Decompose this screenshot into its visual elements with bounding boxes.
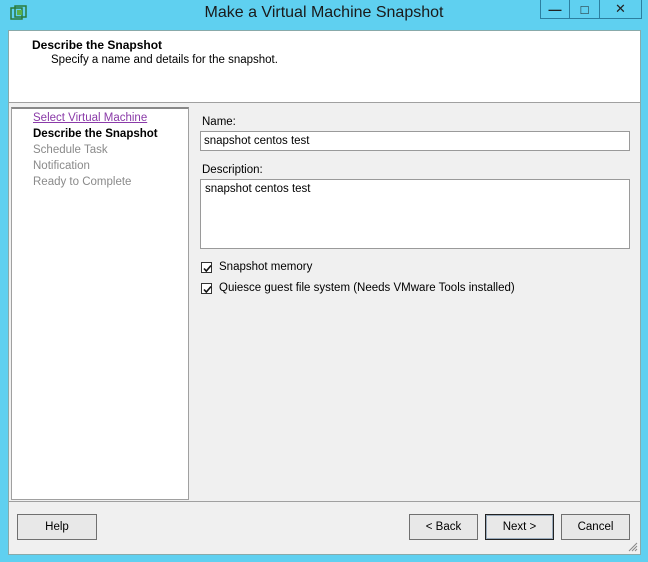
step-describe-snapshot: Describe the Snapshot [33, 128, 158, 140]
page-subtitle: Specify a name and details for the snaps… [51, 54, 278, 66]
close-button[interactable]: ✕ [600, 0, 642, 19]
resize-grip-icon[interactable] [626, 540, 638, 552]
maximize-button[interactable]: □ [570, 0, 600, 19]
dialog-client-area: Describe the Snapshot Specify a name and… [8, 30, 641, 555]
minimize-button[interactable]: — [540, 0, 570, 19]
maximize-icon: □ [580, 1, 589, 17]
step-select-virtual-machine[interactable]: Select Virtual Machine [33, 112, 147, 124]
description-field[interactable]: snapshot centos test [200, 179, 630, 249]
minimize-icon: — [548, 1, 562, 17]
window-controls: — □ ✕ [540, 0, 642, 20]
dialog-window: Make a Virtual Machine Snapshot — □ ✕ De… [0, 0, 648, 562]
footer-divider [9, 501, 640, 502]
back-button[interactable]: < Back [409, 514, 478, 540]
help-button[interactable]: Help [17, 514, 97, 540]
quiesce-checkbox[interactable] [201, 282, 212, 294]
step-ready-to-complete: Ready to Complete [33, 176, 132, 188]
close-icon: ✕ [615, 1, 626, 16]
snapshot-memory-label: Snapshot memory [219, 261, 313, 273]
title-bar[interactable]: Make a Virtual Machine Snapshot — □ ✕ [0, 0, 648, 28]
step-notification: Notification [33, 160, 90, 172]
quiesce-label: Quiesce guest file system (Needs VMware … [219, 282, 515, 294]
cancel-button[interactable]: Cancel [561, 514, 630, 540]
wizard-header: Describe the Snapshot Specify a name and… [9, 31, 640, 103]
snapshot-memory-option[interactable]: Snapshot memory [201, 261, 312, 273]
wizard-steps-panel: Select Virtual Machine Describe the Snap… [11, 107, 189, 500]
name-field[interactable] [200, 131, 630, 151]
name-label: Name: [202, 116, 236, 128]
step-schedule-task: Schedule Task [33, 144, 108, 156]
page-title: Describe the Snapshot [32, 38, 163, 52]
next-button[interactable]: Next > [485, 514, 554, 540]
quiesce-option[interactable]: Quiesce guest file system (Needs VMware … [201, 282, 515, 294]
snapshot-memory-checkbox[interactable] [201, 261, 212, 273]
description-label: Description: [202, 164, 263, 176]
